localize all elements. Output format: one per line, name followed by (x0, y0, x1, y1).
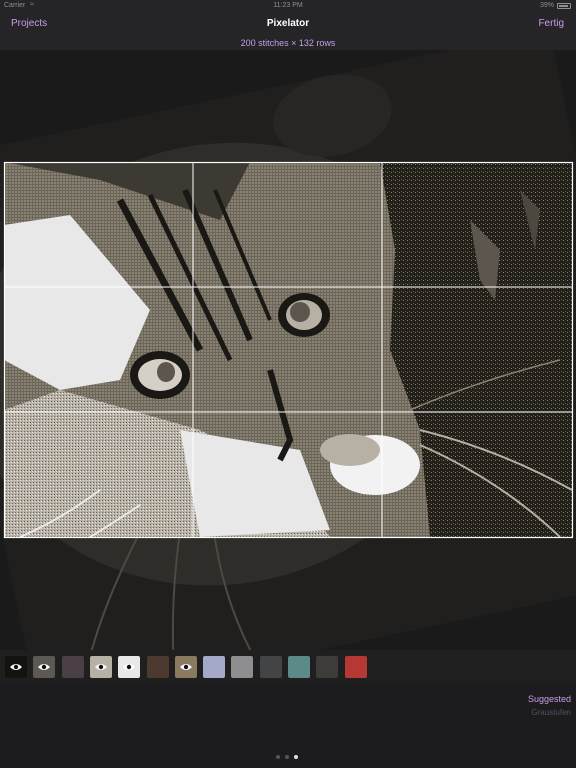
palette-swatch[interactable] (231, 656, 254, 678)
palette-swatch[interactable] (61, 656, 84, 678)
navigation-bar: Projects Pixelator Fertig (0, 12, 576, 38)
status-bar: Carrier ≈ 11:23 PM 39% (0, 0, 576, 12)
palette-swatch[interactable] (118, 656, 141, 678)
palette-swatch[interactable] (203, 656, 226, 678)
pattern-dimensions[interactable]: 200 stitches × 132 rows (0, 38, 576, 50)
palette-swatch[interactable] (344, 656, 367, 678)
done-button[interactable]: Fertig (538, 18, 564, 29)
page-dot[interactable] (285, 755, 289, 759)
status-time: 11:23 PM (273, 2, 303, 9)
page-dot[interactable] (276, 755, 280, 759)
eye-icon (94, 664, 107, 670)
suggested-palette-link[interactable]: Suggested (528, 694, 571, 704)
palette-swatch[interactable] (259, 656, 282, 678)
palette-swatch[interactable] (174, 656, 197, 678)
palette-swatch[interactable] (288, 656, 310, 678)
eye-icon (123, 664, 136, 670)
palette-swatch[interactable] (316, 656, 339, 678)
eye-icon (10, 664, 22, 670)
eye-icon (179, 664, 192, 670)
palette-swatch[interactable] (5, 656, 27, 678)
palette-swatch[interactable] (146, 656, 169, 678)
pattern-canvas[interactable] (0, 50, 576, 650)
grayscale-palette-link[interactable]: Graustufen (531, 708, 571, 717)
page-indicator[interactable] (276, 754, 304, 760)
palette-bar (0, 650, 576, 683)
cat-image (0, 50, 576, 650)
battery-percent: 39% (539, 2, 554, 9)
page-title: Pixelator (266, 18, 310, 29)
eye-icon (38, 664, 51, 670)
palette-swatch[interactable] (33, 656, 56, 678)
page-dot[interactable] (294, 755, 298, 759)
battery-icon (557, 3, 571, 9)
palette-swatch[interactable] (89, 656, 112, 678)
